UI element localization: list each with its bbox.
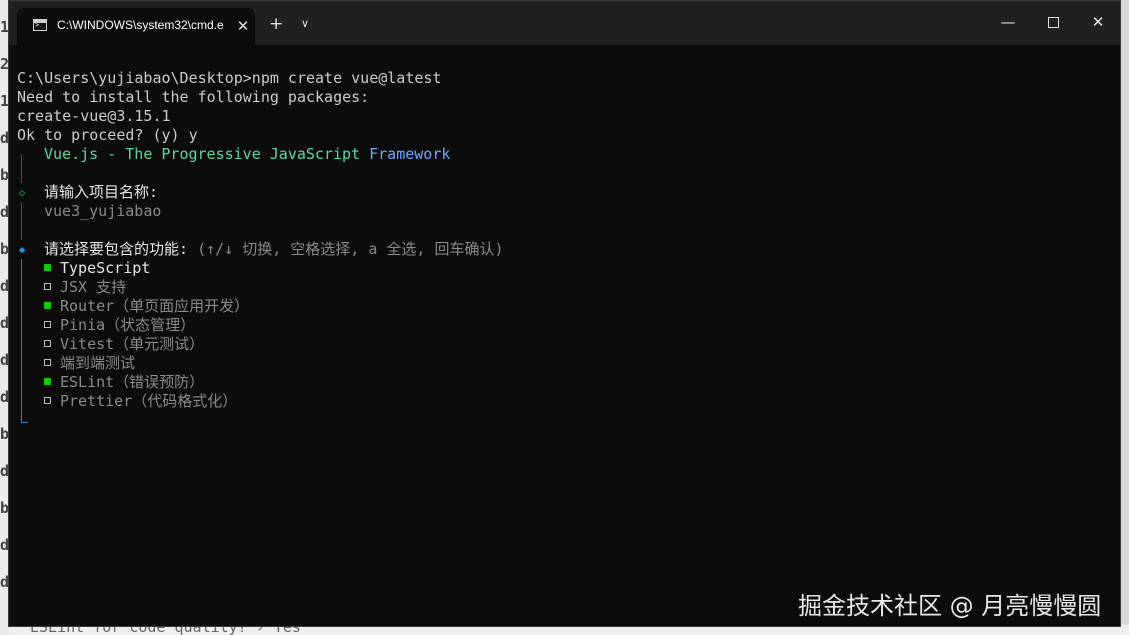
feature-option[interactable]: Router（单页面应用开发） bbox=[17, 297, 1120, 316]
tree-bar bbox=[17, 373, 39, 392]
tree-end bbox=[17, 411, 1120, 430]
project-name-answer: vue3_yujiabao bbox=[44, 202, 162, 220]
question-label: 请选择要包含的功能: bbox=[44, 240, 189, 258]
option-label: TypeScript bbox=[60, 259, 151, 277]
unchecked-box-icon bbox=[44, 340, 51, 347]
terminal-window: C:\WINDOWS\system32\cmd.e ✕ + ∨ — ✕ C:\U… bbox=[8, 0, 1121, 627]
question-features: ◆ 请选择要包含的功能: (↑/↓ 切换, 空格选择, a 全选, 回车确认) bbox=[17, 240, 1120, 259]
option-label: Router（单页面应用开发） bbox=[60, 297, 250, 315]
output-line: Ok to proceed? (y) y bbox=[17, 126, 198, 144]
option-label: ESLint（错误预防） bbox=[60, 373, 205, 391]
done-diamond-icon: ◇ bbox=[18, 186, 26, 199]
banner-vue: Vue.js - The bbox=[44, 145, 162, 163]
checked-box-icon bbox=[44, 378, 51, 385]
command-line: C:\Users\yujiabao\Desktop>npm create vue… bbox=[17, 69, 442, 87]
answer-line: vue3_yujiabao bbox=[17, 202, 1120, 221]
tree-bar bbox=[17, 221, 44, 240]
tree-bar bbox=[17, 164, 44, 183]
unchecked-box-icon bbox=[44, 359, 51, 366]
chevron-down-icon[interactable]: ∨ bbox=[301, 15, 309, 33]
tree-bar bbox=[17, 392, 39, 411]
cmd-icon bbox=[33, 19, 47, 31]
feature-option[interactable]: JSX 支持 bbox=[17, 278, 1120, 297]
minimize-button[interactable]: — bbox=[994, 10, 1022, 34]
tree-bar bbox=[17, 202, 44, 221]
feature-option[interactable]: Prettier（代码格式化） bbox=[17, 392, 1120, 411]
active-diamond-icon: ◆ bbox=[18, 243, 26, 256]
checked-box-icon bbox=[44, 302, 51, 309]
maximize-button[interactable] bbox=[1039, 10, 1067, 34]
banner-framework: Framework bbox=[369, 145, 451, 163]
option-label: Prettier（代码格式化） bbox=[60, 392, 238, 410]
banner-progressive: Progressive JavaScript bbox=[161, 145, 370, 163]
option-label: Vitest（单元测试） bbox=[60, 335, 205, 353]
checked-box-icon bbox=[44, 264, 51, 271]
new-tab-button[interactable]: + bbox=[269, 15, 283, 33]
unchecked-box-icon bbox=[44, 321, 51, 328]
output-line: create-vue@3.15.1 bbox=[17, 107, 171, 125]
close-tab-icon[interactable]: ✕ bbox=[233, 16, 253, 36]
tree-bar bbox=[17, 316, 39, 335]
option-label: Pinia（状态管理） bbox=[60, 316, 196, 334]
feature-options: TypeScript JSX 支持 Router（单页面应用开发） Pinia（状态管… bbox=[17, 259, 1120, 411]
banner-line: Vue.js - The Progressive JavaScript Fram… bbox=[17, 145, 1120, 164]
maximize-icon bbox=[1047, 17, 1059, 28]
feature-option[interactable]: Vitest（单元测试） bbox=[17, 335, 1120, 354]
watermark: 掘金技术社区 @ 月亮慢慢圆 bbox=[798, 592, 1102, 620]
tree-bar bbox=[17, 297, 39, 316]
option-label: 端到端测试 bbox=[60, 354, 136, 372]
output-line: Need to install the following packages: bbox=[17, 88, 370, 106]
title-bar: C:\WINDOWS\system32\cmd.e ✕ + ∨ — ✕ bbox=[9, 1, 1120, 45]
question-hint: (↑/↓ 切换, 空格选择, a 全选, 回车确认) bbox=[188, 240, 504, 258]
tab-cmd[interactable]: C:\WINDOWS\system32\cmd.e ✕ bbox=[17, 8, 255, 45]
tab-title: C:\WINDOWS\system32\cmd.e bbox=[57, 18, 224, 32]
tree-bar bbox=[17, 278, 39, 297]
feature-option[interactable]: TypeScript bbox=[17, 259, 1120, 278]
tree-bar bbox=[17, 145, 44, 164]
feature-option[interactable]: Pinia（状态管理） bbox=[17, 316, 1120, 335]
feature-option[interactable]: 端到端测试 bbox=[17, 354, 1120, 373]
tree-corner bbox=[17, 411, 44, 430]
unchecked-box-icon bbox=[44, 397, 51, 404]
question-project-name: ◇ 请输入项目名称: bbox=[17, 183, 1120, 202]
unchecked-box-icon bbox=[44, 283, 51, 290]
spacer-line bbox=[17, 221, 1120, 240]
tree-bar bbox=[17, 259, 39, 278]
option-label: JSX 支持 bbox=[60, 278, 127, 296]
feature-option[interactable]: ESLint（错误预防） bbox=[17, 373, 1120, 392]
question-label: 请输入项目名称: bbox=[44, 183, 159, 201]
tree-bar bbox=[17, 335, 39, 354]
tree-bar bbox=[17, 354, 39, 373]
spacer-line bbox=[17, 164, 1120, 183]
close-window-button[interactable]: ✕ bbox=[1084, 10, 1112, 34]
terminal-output[interactable]: C:\Users\yujiabao\Desktop>npm create vue… bbox=[17, 69, 1120, 430]
